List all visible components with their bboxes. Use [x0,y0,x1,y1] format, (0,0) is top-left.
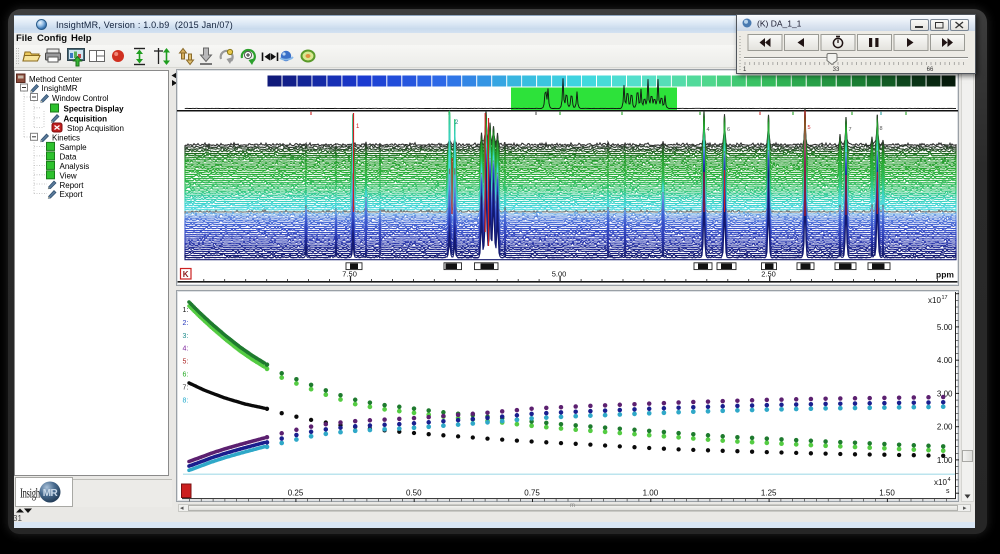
svg-text:2.00: 2.00 [937,423,953,432]
svg-text:Export: Export [60,190,84,199]
svg-text:x10: x10 [934,478,947,487]
svg-text:2.50: 2.50 [761,269,776,278]
svg-text:s: s [946,488,950,495]
svg-text:Sample: Sample [60,143,88,152]
svg-text:4: 4 [707,127,710,133]
svg-text:4: 4 [948,477,951,483]
svg-text:K: K [183,270,189,279]
svg-text:Kinetics: Kinetics [52,134,80,143]
svg-text:1.00: 1.00 [937,456,953,465]
svg-text:Insight: Insight [20,485,43,501]
svg-text:5:: 5: [183,359,189,366]
svg-text:x10: x10 [928,296,941,305]
svg-text:1:: 1: [183,307,189,314]
svg-text:ppm: ppm [936,270,954,280]
svg-text:5: 5 [808,125,811,131]
svg-text:Method Center: Method Center [29,75,82,84]
svg-text:1: 1 [743,67,747,73]
svg-text:1.50: 1.50 [879,489,895,498]
svg-text:0.75: 0.75 [524,489,540,498]
svg-text:0.50: 0.50 [406,489,422,498]
svg-text:33: 33 [833,67,840,73]
svg-text:View: View [60,171,77,180]
svg-text:(K) DA_1_1: (K) DA_1_1 [757,19,802,29]
svg-text:Analysis: Analysis [60,162,90,171]
svg-text:8:: 8: [183,397,189,404]
svg-text:66: 66 [927,67,934,73]
svg-text:6: 6 [727,127,730,133]
svg-text:Report: Report [60,181,85,190]
svg-text:3:: 3: [183,333,189,340]
svg-text:2:: 2: [183,320,189,327]
svg-text:1.00: 1.00 [643,489,659,498]
svg-text:17: 17 [942,295,948,301]
svg-text:7:: 7: [183,384,189,391]
svg-text:Stop Acquisition: Stop Acquisition [67,124,124,133]
svg-text:5.00: 5.00 [937,323,953,332]
svg-text:4.00: 4.00 [937,356,953,365]
svg-text:Data: Data [60,153,77,162]
svg-text:Spectra Display: Spectra Display [64,105,125,114]
svg-text:1.25: 1.25 [761,489,777,498]
svg-text:MR: MR [43,488,59,499]
svg-text:0.25: 0.25 [288,489,304,498]
svg-text:5.00: 5.00 [552,269,567,278]
svg-text:Acquisition: Acquisition [64,115,108,124]
svg-text:4:: 4: [183,346,189,353]
svg-text:7.50: 7.50 [342,269,357,278]
svg-text:Window Control: Window Control [52,94,109,103]
svg-text:7: 7 [849,127,852,133]
svg-text:6:: 6: [183,372,189,379]
svg-text:InsightMR: InsightMR [42,84,78,93]
svg-text:8: 8 [880,126,883,132]
